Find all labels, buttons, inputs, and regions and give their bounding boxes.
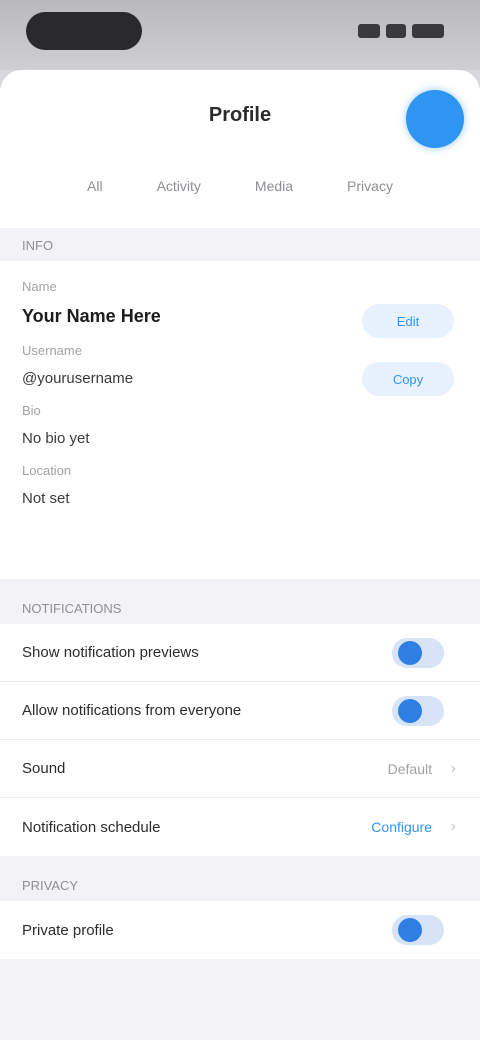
location-label: Location: [22, 463, 72, 478]
setting-row-everyone[interactable]: Allow notifications from everyone: [0, 682, 480, 740]
bio-label: Bio: [22, 403, 41, 418]
toggle-knob: [398, 918, 422, 942]
section-label-privacy: PRIVACY: [22, 878, 79, 893]
username-row: @yourusername Copy: [22, 362, 458, 396]
name-row: Your Name Here Edit: [22, 300, 458, 338]
schedule-link[interactable]: Configure: [371, 819, 432, 835]
edit-name-button[interactable]: Edit: [362, 304, 454, 338]
profile-sheet: Profile All Activity Media Privacy INFO …: [0, 70, 480, 1040]
wifi-icon: [386, 24, 406, 38]
private-profile-toggle[interactable]: [392, 915, 444, 945]
setting-label: Show notification previews: [22, 644, 199, 661]
setting-label: Private profile: [22, 921, 114, 939]
setting-row-previews[interactable]: Show notification previews: [0, 624, 480, 682]
privacy-card: Private profile: [0, 901, 480, 959]
location-value: Not set: [22, 490, 70, 507]
chevron-right-icon: ›: [450, 759, 456, 777]
setting-label: Notification schedule: [22, 818, 161, 836]
setting-label: Sound: [22, 760, 66, 777]
signal-icon: [358, 24, 380, 38]
name-label: Name: [22, 279, 57, 294]
tab-media[interactable]: Media: [255, 170, 293, 204]
toggle-knob: [398, 699, 422, 723]
everyone-toggle[interactable]: [392, 696, 444, 726]
setting-row-sound[interactable]: Sound Default ›: [0, 740, 480, 798]
notifications-card: Show notification previews Allow notific…: [0, 624, 480, 856]
setting-row-schedule[interactable]: Notification schedule Configure ›: [0, 798, 480, 856]
section-label-info: INFO: [22, 238, 54, 253]
tab-bar: All Activity Media Privacy: [0, 170, 480, 204]
tab-privacy[interactable]: Privacy: [347, 170, 393, 204]
setting-row-private-profile[interactable]: Private profile: [0, 901, 480, 959]
bio-value: No bio yet: [22, 430, 90, 447]
section-label-notifications: NOTIFICATIONS: [22, 601, 122, 616]
status-bar: [0, 0, 480, 70]
sound-value: Default: [387, 760, 432, 777]
avatar[interactable]: [406, 90, 464, 148]
toggle-knob: [398, 641, 422, 665]
chevron-right-icon: ›: [450, 818, 456, 835]
previews-toggle[interactable]: [392, 638, 444, 668]
setting-label: Allow notifications from everyone: [22, 702, 242, 719]
info-card: Name Your Name Here Edit Username @youru…: [0, 261, 480, 579]
tab-activity[interactable]: Activity: [157, 170, 201, 204]
status-icons: [358, 24, 444, 38]
dynamic-island: [26, 12, 142, 50]
copy-username-button[interactable]: Copy: [362, 362, 454, 396]
tab-all[interactable]: All: [87, 170, 103, 204]
sheet-header: Profile All Activity Media Privacy: [0, 70, 480, 228]
battery-icon: [412, 24, 444, 38]
